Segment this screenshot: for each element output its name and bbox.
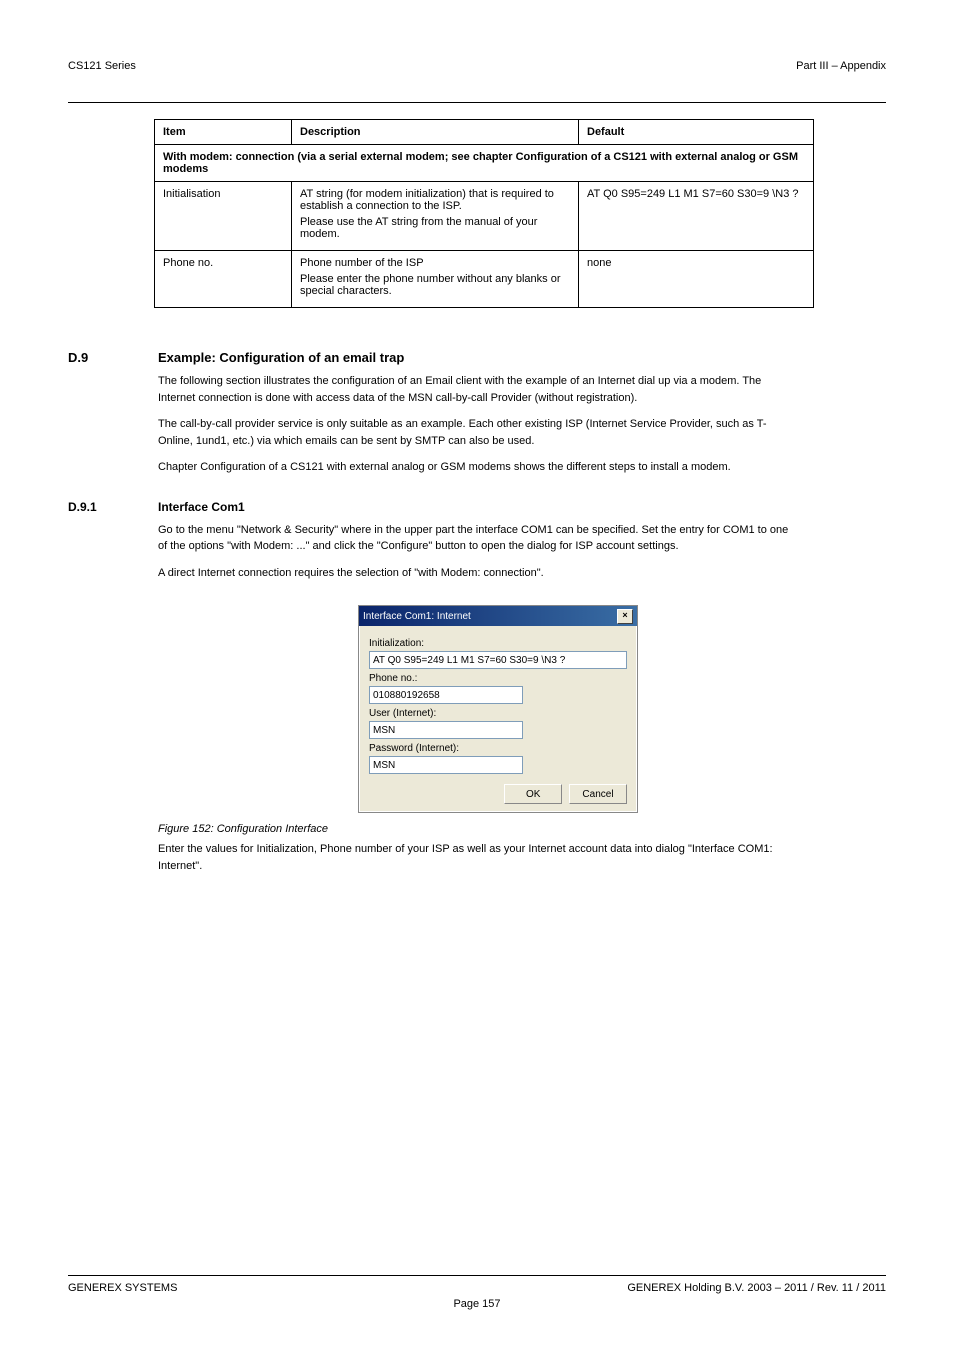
col-default: Default [579,120,814,145]
header-right: Part III – Appendix [796,60,886,72]
cell-item-1: Phone no. [155,251,292,308]
sec-d9-title: Example: Configuration of an email trap [158,350,404,365]
ok-button[interactable]: OK [504,784,562,804]
input-pass[interactable] [369,756,523,774]
close-icon[interactable]: × [617,609,633,624]
header-left: CS121 Series [68,60,136,72]
cell-desc-1-l0: Phone number of the ISP [300,257,570,269]
label-pass: Password (Internet): [369,743,627,754]
col-item: Item [155,120,292,145]
label-init: Initialization: [369,638,627,649]
cell-desc-0-l0: AT string (for modem initialization) tha… [300,188,570,212]
sec-d91-title: Interface Com1 [158,500,245,514]
footer-rule [68,1275,886,1276]
table-row: Initialisation AT string (for modem init… [155,182,814,251]
table-row: Phone no. Phone number of the ISP Please… [155,251,814,308]
figure-after: Enter the values for Initialization, Pho… [158,841,798,874]
sec-d9-p0: The following section illustrates the co… [158,373,798,406]
cell-desc-1-l1: Please enter the phone number without an… [300,273,570,297]
cell-item-0: Initialisation [155,182,292,251]
dialog-title: Interface Com1: Internet [363,611,471,622]
sec-d91-num: D.9.1 [68,500,158,514]
page-footer: GENEREX SYSTEMS GENEREX Holding B.V. 200… [68,1275,886,1310]
row-span: With modem: connection (via a serial ext… [155,145,814,182]
col-desc: Description [292,120,579,145]
cell-desc-0-l1: Please use the AT string from the manual… [300,216,570,240]
sec-d9-p2: Chapter Configuration of a CS121 with ex… [158,459,798,476]
sec-d91-p0: Go to the menu "Network & Security" wher… [158,522,798,555]
cell-desc-0: AT string (for modem initialization) tha… [292,182,579,251]
config-table: Item Description Default With modem: con… [154,119,814,308]
sec-d9-p1: The call-by-call provider service is onl… [158,416,798,449]
dialog-titlebar[interactable]: Interface Com1: Internet × [359,606,637,626]
cell-desc-1: Phone number of the ISP Please enter the… [292,251,579,308]
footer-right: GENEREX Holding B.V. 2003 – 2011 / Rev. … [627,1282,886,1294]
figure-caption: Figure 152: Configuration Interface [158,823,328,835]
label-phone: Phone no.: [369,673,627,684]
cancel-button[interactable]: Cancel [569,784,627,804]
footer-left: GENEREX SYSTEMS [68,1282,177,1294]
cell-def-1: none [579,251,814,308]
sec-d9-num: D.9 [68,350,158,365]
dialog-interface-com1: Interface Com1: Internet × Initializatio… [358,605,638,813]
input-user[interactable] [369,721,523,739]
label-user: User (Internet): [369,708,627,719]
footer-page: Page 157 [453,1298,500,1310]
sec-d91-p1: A direct Internet connection requires th… [158,565,798,582]
input-phone[interactable] [369,686,523,704]
header-rule [68,102,886,103]
input-init[interactable] [369,651,627,669]
cell-def-0: AT Q0 S95=249 L1 M1 S7=60 S30=9 \N3 ? [579,182,814,251]
